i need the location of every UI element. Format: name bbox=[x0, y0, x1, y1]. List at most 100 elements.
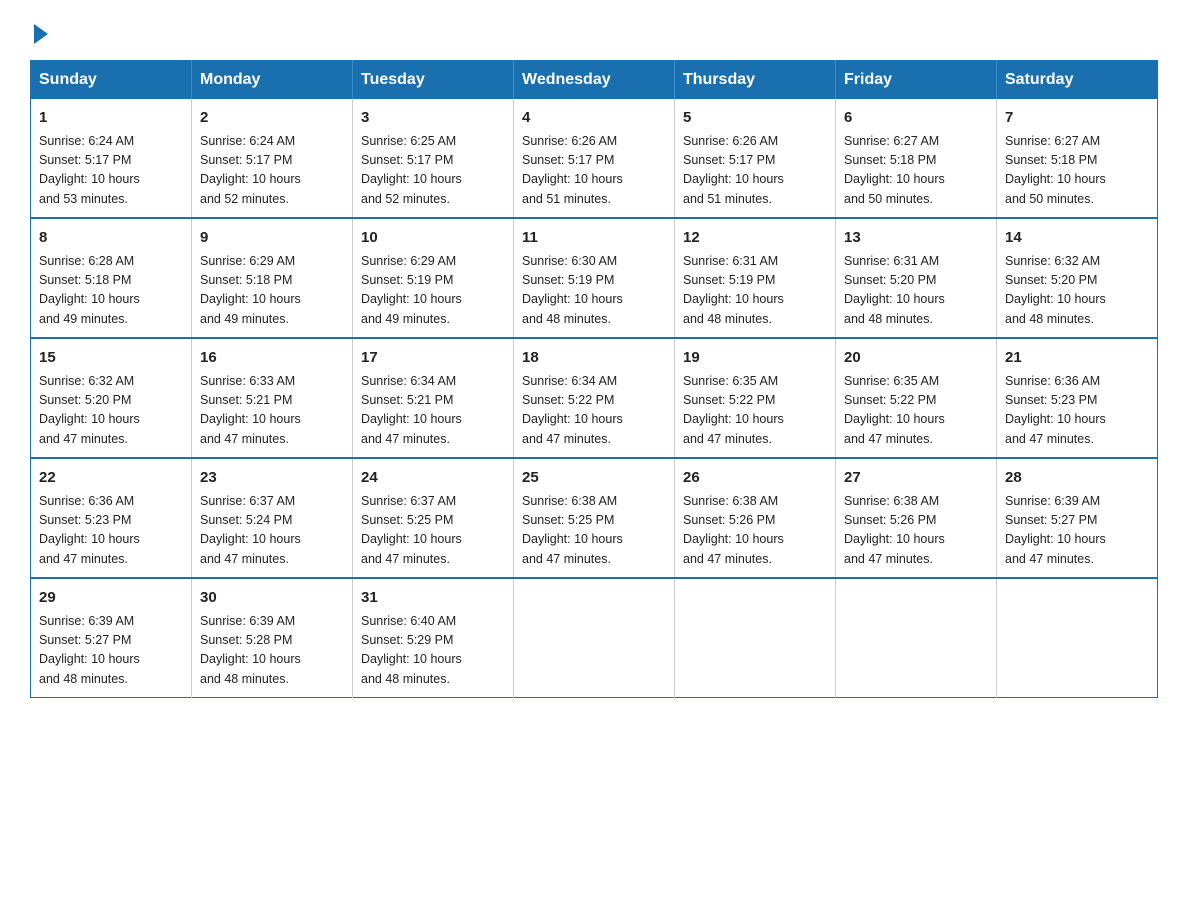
calendar-cell: 24Sunrise: 6:37 AMSunset: 5:25 PMDayligh… bbox=[353, 458, 514, 578]
day-number: 28 bbox=[1005, 467, 1149, 490]
calendar-cell: 29Sunrise: 6:39 AMSunset: 5:27 PMDayligh… bbox=[31, 578, 192, 698]
calendar-cell: 8Sunrise: 6:28 AMSunset: 5:18 PMDaylight… bbox=[31, 218, 192, 338]
day-info: Sunrise: 6:38 AMSunset: 5:26 PMDaylight:… bbox=[844, 492, 988, 570]
day-info: Sunrise: 6:28 AMSunset: 5:18 PMDaylight:… bbox=[39, 252, 183, 330]
day-info: Sunrise: 6:35 AMSunset: 5:22 PMDaylight:… bbox=[683, 372, 827, 450]
logo bbox=[30, 20, 48, 44]
weekday-header-row: SundayMondayTuesdayWednesdayThursdayFrid… bbox=[31, 61, 1158, 100]
day-number: 4 bbox=[522, 107, 666, 130]
calendar-cell: 28Sunrise: 6:39 AMSunset: 5:27 PMDayligh… bbox=[997, 458, 1158, 578]
calendar-cell bbox=[997, 578, 1158, 698]
calendar-cell bbox=[514, 578, 675, 698]
day-info: Sunrise: 6:33 AMSunset: 5:21 PMDaylight:… bbox=[200, 372, 344, 450]
day-number: 10 bbox=[361, 227, 505, 250]
day-info: Sunrise: 6:29 AMSunset: 5:18 PMDaylight:… bbox=[200, 252, 344, 330]
day-number: 26 bbox=[683, 467, 827, 490]
week-row-2: 8Sunrise: 6:28 AMSunset: 5:18 PMDaylight… bbox=[31, 218, 1158, 338]
calendar-cell: 9Sunrise: 6:29 AMSunset: 5:18 PMDaylight… bbox=[192, 218, 353, 338]
day-info: Sunrise: 6:35 AMSunset: 5:22 PMDaylight:… bbox=[844, 372, 988, 450]
day-number: 8 bbox=[39, 227, 183, 250]
day-info: Sunrise: 6:34 AMSunset: 5:21 PMDaylight:… bbox=[361, 372, 505, 450]
calendar-cell: 15Sunrise: 6:32 AMSunset: 5:20 PMDayligh… bbox=[31, 338, 192, 458]
calendar-table: SundayMondayTuesdayWednesdayThursdayFrid… bbox=[30, 60, 1158, 698]
calendar-cell: 17Sunrise: 6:34 AMSunset: 5:21 PMDayligh… bbox=[353, 338, 514, 458]
header-tuesday: Tuesday bbox=[353, 61, 514, 100]
day-number: 7 bbox=[1005, 107, 1149, 130]
day-number: 22 bbox=[39, 467, 183, 490]
calendar-cell: 4Sunrise: 6:26 AMSunset: 5:17 PMDaylight… bbox=[514, 99, 675, 218]
calendar-cell: 16Sunrise: 6:33 AMSunset: 5:21 PMDayligh… bbox=[192, 338, 353, 458]
calendar-cell: 14Sunrise: 6:32 AMSunset: 5:20 PMDayligh… bbox=[997, 218, 1158, 338]
day-info: Sunrise: 6:36 AMSunset: 5:23 PMDaylight:… bbox=[39, 492, 183, 570]
calendar-cell: 25Sunrise: 6:38 AMSunset: 5:25 PMDayligh… bbox=[514, 458, 675, 578]
calendar-cell: 19Sunrise: 6:35 AMSunset: 5:22 PMDayligh… bbox=[675, 338, 836, 458]
day-number: 23 bbox=[200, 467, 344, 490]
page-header bbox=[30, 20, 1158, 44]
calendar-cell: 23Sunrise: 6:37 AMSunset: 5:24 PMDayligh… bbox=[192, 458, 353, 578]
day-number: 31 bbox=[361, 587, 505, 610]
calendar-cell: 10Sunrise: 6:29 AMSunset: 5:19 PMDayligh… bbox=[353, 218, 514, 338]
day-info: Sunrise: 6:38 AMSunset: 5:26 PMDaylight:… bbox=[683, 492, 827, 570]
calendar-cell: 20Sunrise: 6:35 AMSunset: 5:22 PMDayligh… bbox=[836, 338, 997, 458]
day-number: 29 bbox=[39, 587, 183, 610]
calendar-cell: 26Sunrise: 6:38 AMSunset: 5:26 PMDayligh… bbox=[675, 458, 836, 578]
calendar-cell: 1Sunrise: 6:24 AMSunset: 5:17 PMDaylight… bbox=[31, 99, 192, 218]
calendar-cell bbox=[836, 578, 997, 698]
header-thursday: Thursday bbox=[675, 61, 836, 100]
week-row-4: 22Sunrise: 6:36 AMSunset: 5:23 PMDayligh… bbox=[31, 458, 1158, 578]
day-info: Sunrise: 6:25 AMSunset: 5:17 PMDaylight:… bbox=[361, 132, 505, 210]
day-number: 21 bbox=[1005, 347, 1149, 370]
header-monday: Monday bbox=[192, 61, 353, 100]
day-number: 15 bbox=[39, 347, 183, 370]
day-info: Sunrise: 6:32 AMSunset: 5:20 PMDaylight:… bbox=[1005, 252, 1149, 330]
calendar-cell: 3Sunrise: 6:25 AMSunset: 5:17 PMDaylight… bbox=[353, 99, 514, 218]
day-number: 12 bbox=[683, 227, 827, 250]
calendar-cell: 7Sunrise: 6:27 AMSunset: 5:18 PMDaylight… bbox=[997, 99, 1158, 218]
day-info: Sunrise: 6:37 AMSunset: 5:25 PMDaylight:… bbox=[361, 492, 505, 570]
day-info: Sunrise: 6:37 AMSunset: 5:24 PMDaylight:… bbox=[200, 492, 344, 570]
calendar-cell: 5Sunrise: 6:26 AMSunset: 5:17 PMDaylight… bbox=[675, 99, 836, 218]
day-number: 5 bbox=[683, 107, 827, 130]
day-number: 1 bbox=[39, 107, 183, 130]
day-number: 20 bbox=[844, 347, 988, 370]
calendar-cell: 11Sunrise: 6:30 AMSunset: 5:19 PMDayligh… bbox=[514, 218, 675, 338]
day-info: Sunrise: 6:39 AMSunset: 5:28 PMDaylight:… bbox=[200, 612, 344, 690]
day-info: Sunrise: 6:27 AMSunset: 5:18 PMDaylight:… bbox=[844, 132, 988, 210]
day-number: 6 bbox=[844, 107, 988, 130]
header-sunday: Sunday bbox=[31, 61, 192, 100]
calendar-cell: 27Sunrise: 6:38 AMSunset: 5:26 PMDayligh… bbox=[836, 458, 997, 578]
day-info: Sunrise: 6:32 AMSunset: 5:20 PMDaylight:… bbox=[39, 372, 183, 450]
week-row-1: 1Sunrise: 6:24 AMSunset: 5:17 PMDaylight… bbox=[31, 99, 1158, 218]
day-info: Sunrise: 6:31 AMSunset: 5:19 PMDaylight:… bbox=[683, 252, 827, 330]
header-saturday: Saturday bbox=[997, 61, 1158, 100]
day-number: 14 bbox=[1005, 227, 1149, 250]
day-number: 25 bbox=[522, 467, 666, 490]
day-info: Sunrise: 6:24 AMSunset: 5:17 PMDaylight:… bbox=[200, 132, 344, 210]
day-number: 30 bbox=[200, 587, 344, 610]
calendar-cell bbox=[675, 578, 836, 698]
calendar-cell: 13Sunrise: 6:31 AMSunset: 5:20 PMDayligh… bbox=[836, 218, 997, 338]
day-info: Sunrise: 6:38 AMSunset: 5:25 PMDaylight:… bbox=[522, 492, 666, 570]
day-info: Sunrise: 6:34 AMSunset: 5:22 PMDaylight:… bbox=[522, 372, 666, 450]
day-info: Sunrise: 6:27 AMSunset: 5:18 PMDaylight:… bbox=[1005, 132, 1149, 210]
calendar-cell: 6Sunrise: 6:27 AMSunset: 5:18 PMDaylight… bbox=[836, 99, 997, 218]
header-friday: Friday bbox=[836, 61, 997, 100]
day-info: Sunrise: 6:26 AMSunset: 5:17 PMDaylight:… bbox=[522, 132, 666, 210]
logo-arrow-icon bbox=[34, 24, 48, 44]
day-info: Sunrise: 6:39 AMSunset: 5:27 PMDaylight:… bbox=[39, 612, 183, 690]
day-info: Sunrise: 6:29 AMSunset: 5:19 PMDaylight:… bbox=[361, 252, 505, 330]
calendar-cell: 12Sunrise: 6:31 AMSunset: 5:19 PMDayligh… bbox=[675, 218, 836, 338]
day-info: Sunrise: 6:24 AMSunset: 5:17 PMDaylight:… bbox=[39, 132, 183, 210]
day-number: 16 bbox=[200, 347, 344, 370]
day-number: 2 bbox=[200, 107, 344, 130]
day-info: Sunrise: 6:39 AMSunset: 5:27 PMDaylight:… bbox=[1005, 492, 1149, 570]
day-number: 3 bbox=[361, 107, 505, 130]
header-wednesday: Wednesday bbox=[514, 61, 675, 100]
day-number: 24 bbox=[361, 467, 505, 490]
day-number: 19 bbox=[683, 347, 827, 370]
day-info: Sunrise: 6:26 AMSunset: 5:17 PMDaylight:… bbox=[683, 132, 827, 210]
day-number: 13 bbox=[844, 227, 988, 250]
day-number: 11 bbox=[522, 227, 666, 250]
calendar-cell: 21Sunrise: 6:36 AMSunset: 5:23 PMDayligh… bbox=[997, 338, 1158, 458]
day-info: Sunrise: 6:36 AMSunset: 5:23 PMDaylight:… bbox=[1005, 372, 1149, 450]
